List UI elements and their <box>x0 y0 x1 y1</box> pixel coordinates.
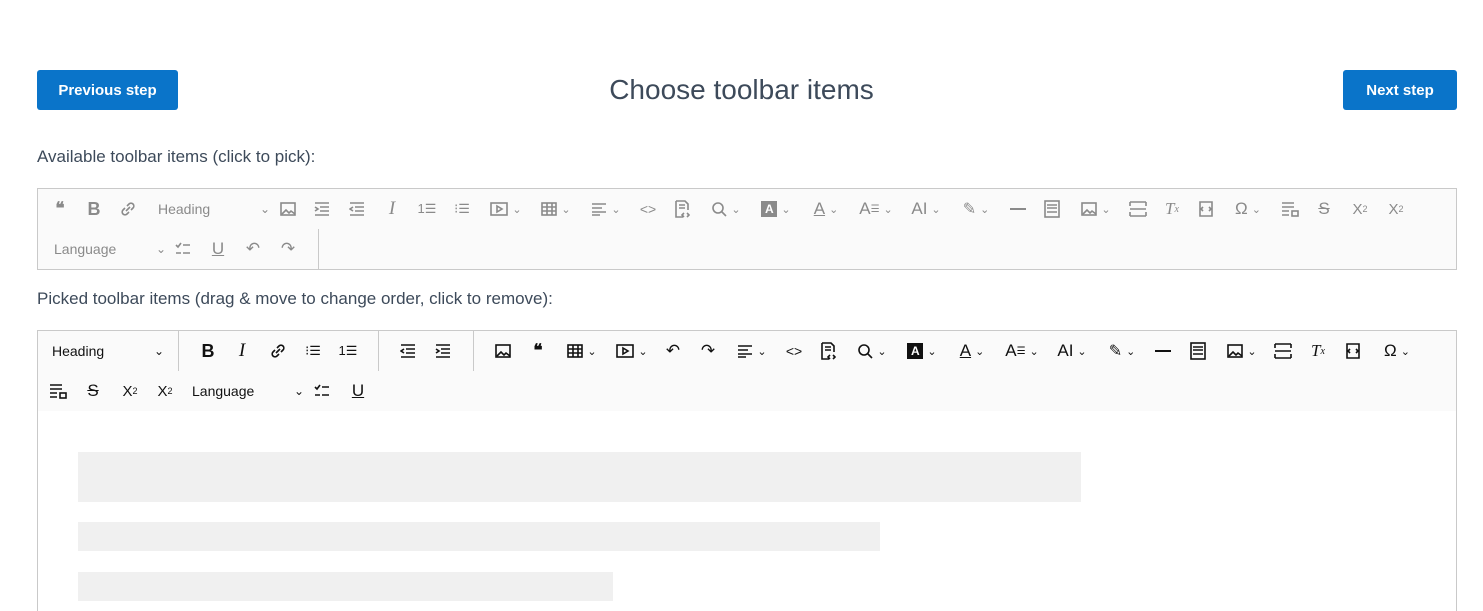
table-icon[interactable]: ⌄ <box>560 335 604 367</box>
redo-icon[interactable]: ↷ <box>274 233 302 265</box>
chevron-down-icon: ⌄ <box>293 384 304 398</box>
code-icon[interactable]: <> <box>634 193 662 225</box>
find-replace-icon[interactable]: ⌄ <box>704 193 748 225</box>
image-icon[interactable] <box>489 335 517 367</box>
picked-toolbar: Heading ⌄ B I ⁝☰ 1☰ ❝ ⌄ ⌄ ↶ ↷ ⌄ <> ⌄ A ⌄ A… <box>37 330 1457 412</box>
placeholder-block <box>78 452 1081 502</box>
italic-icon[interactable]: I <box>378 193 406 225</box>
page-break-icon[interactable] <box>1269 335 1297 367</box>
indent-icon[interactable] <box>429 335 457 367</box>
remove-format-icon[interactable]: Tx <box>1158 193 1186 225</box>
blockquote-icon[interactable]: ❝ <box>46 193 74 225</box>
todo-list-icon[interactable] <box>308 375 336 407</box>
table-icon[interactable]: ⌄ <box>534 193 578 225</box>
subscript-icon[interactable]: X2 <box>114 375 146 407</box>
page-break-icon[interactable] <box>1124 193 1152 225</box>
html-embed-icon[interactable] <box>1184 335 1212 367</box>
strikethrough-icon[interactable]: S <box>1310 193 1338 225</box>
subscript-icon[interactable]: X2 <box>1344 193 1376 225</box>
code-block-language-dropdown[interactable]: Language ⌄ <box>46 233 170 265</box>
superscript-icon[interactable]: X2 <box>1380 193 1412 225</box>
bulleted-list-icon[interactable]: ⁝☰ <box>299 335 327 367</box>
link-icon[interactable] <box>114 193 142 225</box>
horizontal-line-icon[interactable] <box>1004 193 1032 225</box>
insert-image-icon[interactable]: ⌄ <box>1220 335 1264 367</box>
font-color-icon[interactable]: A ⌄ <box>804 193 848 225</box>
code-block-language-dropdown[interactable]: Language ⌄ <box>186 375 308 407</box>
editor-preview[interactable] <box>37 411 1457 611</box>
numbered-list-icon[interactable]: 1☰ <box>334 335 362 367</box>
alignment-icon[interactable]: ⌄ <box>730 335 774 367</box>
outdent-icon[interactable] <box>343 193 371 225</box>
font-size-icon[interactable]: AI ⌄ <box>904 193 948 225</box>
remove-format-icon[interactable]: Tx <box>1304 335 1332 367</box>
toolbar-separator <box>378 331 379 371</box>
font-color-icon[interactable]: A ⌄ <box>950 335 994 367</box>
placeholder-block <box>78 572 613 601</box>
image-icon[interactable] <box>274 193 302 225</box>
toolbar-separator <box>473 331 474 371</box>
alignment-icon[interactable]: ⌄ <box>584 193 628 225</box>
indent-icon[interactable] <box>308 193 336 225</box>
superscript-icon[interactable]: X2 <box>149 375 181 407</box>
special-characters-icon[interactable]: Ω ⌄ <box>1375 335 1419 367</box>
font-family-icon[interactable]: A ☰ ⌄ <box>854 193 898 225</box>
font-background-color-icon[interactable]: A ⌄ <box>900 335 944 367</box>
chevron-down-icon: ⌄ <box>155 242 166 256</box>
source-editing-icon[interactable] <box>814 335 842 367</box>
bold-icon[interactable]: B <box>80 193 108 225</box>
special-characters-icon[interactable]: Ω ⌄ <box>1226 193 1270 225</box>
chevron-down-icon: ⌄ <box>153 344 164 358</box>
outdent-icon[interactable] <box>394 335 422 367</box>
show-blocks-icon[interactable] <box>1192 193 1220 225</box>
italic-icon[interactable]: I <box>228 335 256 367</box>
media-embed-icon[interactable]: ⌄ <box>610 335 654 367</box>
available-toolbar: ❝ B Heading ⌄ I 1☰ ⁝☰ ⌄ ⌄ ⌄ <> ⌄ A ⌄ A ⌄ A ☰… <box>37 188 1457 270</box>
toolbar-separator <box>318 229 319 269</box>
highlight-icon[interactable]: ✎ ⌄ <box>1100 335 1144 367</box>
restricted-editing-icon[interactable] <box>1276 193 1304 225</box>
restricted-editing-icon[interactable] <box>44 375 72 407</box>
font-family-icon[interactable]: A ☰ ⌄ <box>1000 335 1044 367</box>
media-embed-icon[interactable]: ⌄ <box>484 193 528 225</box>
heading-dropdown[interactable]: Heading ⌄ <box>46 335 168 367</box>
html-embed-icon[interactable] <box>1038 193 1066 225</box>
source-editing-icon[interactable] <box>668 193 696 225</box>
redo-icon[interactable]: ↷ <box>694 335 722 367</box>
font-size-icon[interactable]: AI ⌄ <box>1050 335 1094 367</box>
todo-list-icon[interactable] <box>169 233 197 265</box>
undo-icon[interactable]: ↶ <box>659 335 687 367</box>
picked-items-label: Picked toolbar items (drag & move to cha… <box>37 289 553 308</box>
font-background-color-icon[interactable]: A ⌄ <box>754 193 798 225</box>
show-blocks-icon[interactable] <box>1339 335 1367 367</box>
insert-image-icon[interactable]: ⌄ <box>1074 193 1118 225</box>
highlight-icon[interactable]: ✎ ⌄ <box>954 193 998 225</box>
toolbar-separator <box>178 331 179 371</box>
underline-icon[interactable]: U <box>344 375 372 407</box>
link-icon[interactable] <box>264 335 292 367</box>
next-step-button[interactable]: Next step <box>1343 70 1457 110</box>
heading-dropdown[interactable]: Heading ⌄ <box>150 193 274 225</box>
blockquote-icon[interactable]: ❝ <box>524 335 552 367</box>
numbered-list-icon[interactable]: 1☰ <box>413 193 441 225</box>
undo-icon[interactable]: ↶ <box>239 233 267 265</box>
bold-icon[interactable]: B <box>194 335 222 367</box>
code-icon[interactable]: <> <box>780 335 808 367</box>
horizontal-line-icon[interactable] <box>1149 335 1177 367</box>
underline-icon[interactable]: U <box>204 233 232 265</box>
placeholder-block <box>78 522 880 551</box>
chevron-down-icon: ⌄ <box>259 202 270 216</box>
strikethrough-icon[interactable]: S <box>79 375 107 407</box>
bulleted-list-icon[interactable]: ⁝☰ <box>448 193 476 225</box>
find-replace-icon[interactable]: ⌄ <box>850 335 894 367</box>
available-items-label: Available toolbar items (click to pick): <box>37 147 316 166</box>
page-title: Choose toolbar items <box>609 74 874 105</box>
